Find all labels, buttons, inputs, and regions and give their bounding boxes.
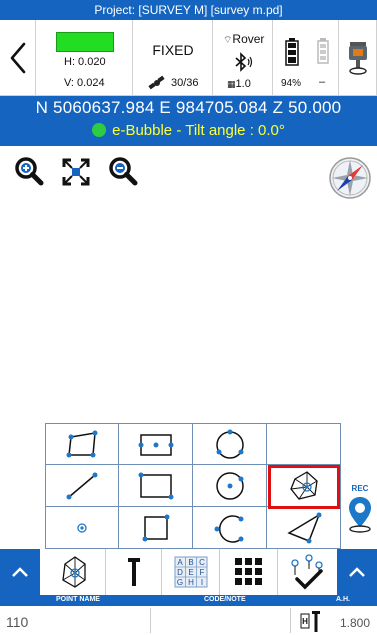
svg-text:H: H [188,578,194,587]
antenna-height-value[interactable]: 1.800 [340,616,370,630]
zoom-in-icon[interactable] [14,156,44,186]
pole-button[interactable] [106,549,162,595]
bubble-status-dot [92,123,107,137]
arc-shape-icon [214,515,244,543]
polygon-shape-icon [66,430,98,458]
battery2-status: – [319,76,326,88]
shape-point-button[interactable] [45,507,119,549]
satellite-icon [148,75,165,90]
battery-percentage: 94% [281,78,302,89]
svg-text:D: D [177,568,183,577]
expand-left-button[interactable] [0,549,40,595]
rectangle-center-icon [138,434,174,456]
expand-right-button[interactable] [337,549,377,595]
point-name-field[interactable]: 110 [6,614,28,630]
stakeout-check-icon [291,554,323,590]
svg-text:I: I [200,578,202,587]
shape-rectangle-corners-button[interactable] [119,465,193,507]
svg-text:E: E [188,568,193,577]
zoom-extents-icon[interactable] [62,158,90,186]
rectangle-corners-icon [138,472,174,500]
grid-icon: ▦ [227,79,236,89]
solution-panel[interactable]: FIXED 30/36 [133,20,213,96]
chevron-left-icon [10,42,25,74]
codes-button[interactable]: ABC DEF GHI [162,549,220,595]
satellite-count: 30/36 [147,75,199,91]
gnss-receiver-icon [348,42,367,75]
wifi-icon: ⌔ [223,35,233,46]
shape-arc-button[interactable] [193,507,267,549]
stakeout-check-button[interactable] [278,549,336,595]
shape-triangle-button[interactable] [267,507,341,549]
receiver-button[interactable] [339,20,377,96]
battery-panel[interactable]: 94% – [273,20,339,96]
shape-empty-cell [267,423,341,465]
record-button[interactable]: REC [344,484,377,534]
zoom-out-icon[interactable] [108,156,138,186]
point-shape-icon [77,523,87,533]
triangle-shape-icon [287,512,322,544]
divider [290,608,291,633]
firmware-version: ▦1.0 [227,78,251,90]
shape-rectangle-center-button[interactable] [119,423,193,465]
svg-text:A: A [177,558,183,567]
circle-three-point-icon [216,429,244,459]
battery-empty-icon [317,38,329,64]
antenna-height-icon[interactable]: H [300,609,322,633]
compass-icon[interactable] [328,156,372,200]
code-note-label: CODE/NOTE [204,596,246,603]
e-bubble-status: e-Bubble - Tilt angle : 0.0° [0,122,377,139]
shape-circle-three-point-button[interactable] [193,423,267,465]
vertical-precision: V: 0.024 [64,77,105,89]
rover-mode: ⌔Rover [223,32,265,46]
bottom-toolbar: ABC DEF GHI [0,549,377,595]
app-window: Project: [SURVEY M] [survey m.pd] H: 0.0… [0,0,377,635]
selected-shape-highlight [268,465,340,509]
pole-icon [127,558,140,586]
solution-status: FIXED [152,42,194,58]
bluetooth-icon [233,52,255,77]
svg-text:H: H [302,617,308,626]
circle-center-icon [216,472,244,500]
shape-line-button[interactable] [45,465,119,507]
svg-text:F: F [199,568,204,577]
coordinates-readout: N 5060637.984 E 984705.084 Z 50.000 [35,98,342,117]
polygon-stakeout-icon [61,556,86,588]
antenna-height-label: A.H. [336,596,350,603]
project-title: Project: [SURVEY M] [survey m.pd] [0,0,377,20]
solution-quality-indicator [56,32,114,52]
shape-irregular-polygon-button[interactable] [45,423,119,465]
shape-circle-center-button[interactable] [193,465,267,507]
svg-text:C: C [199,558,205,567]
stakeout-mode-button[interactable] [40,549,106,595]
shape-square-button[interactable] [119,507,193,549]
rover-panel[interactable]: ⌔Rover ▦1.0 [213,20,273,96]
status-bar: H: 0.020 V: 0.024 FIXED 30/36 ⌔Rover ▦1.… [0,20,377,96]
precision-panel[interactable]: H: 0.020 V: 0.024 [36,20,133,96]
keypad-icon [234,558,262,585]
chevron-up-icon [12,567,28,577]
line-shape-icon [66,472,98,500]
codes-icon: ABC DEF GHI [174,556,207,588]
field-labels-bar: POINT NAME CODE/NOTE A.H. [0,595,377,606]
chevron-up-icon [349,567,365,577]
battery-full-icon [285,38,299,66]
bottom-fields: 110 H 1.800 [0,606,377,635]
divider [150,608,151,633]
svg-text:G: G [176,578,182,587]
keypad-button[interactable] [220,549,278,595]
horizontal-precision: H: 0.020 [64,56,106,68]
point-name-label: POINT NAME [56,596,100,603]
location-pin-icon [349,497,371,533]
svg-text:B: B [188,558,193,567]
square-shape-icon [142,514,170,542]
coordinates-bar: N 5060637.984 E 984705.084 Z 50.000 e-Bu… [0,96,377,146]
rec-label: REC [351,484,369,493]
back-button[interactable] [0,20,36,96]
